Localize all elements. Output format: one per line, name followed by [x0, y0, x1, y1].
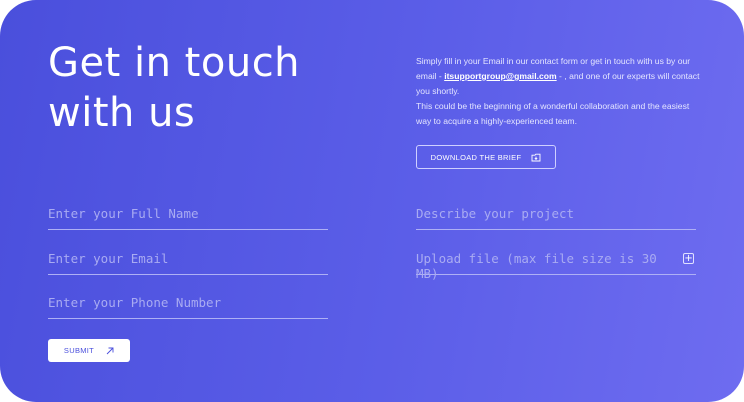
page-title: Get in touch with us: [48, 38, 300, 138]
intro-paragraph-2: This could be the beginning of a wonderf…: [416, 101, 690, 126]
file-upload-field[interactable]: Upload file (max file size is 30 MB) +: [416, 251, 696, 281]
support-email-link[interactable]: itsupportgroup@gmail.com: [444, 71, 556, 81]
contact-card: Get in touch with us Simply fill in your…: [0, 0, 744, 402]
arrow-up-right-icon: [106, 347, 114, 355]
intro-text: Simply fill in your Email in our contact…: [416, 54, 706, 129]
title-line-2: with us: [48, 90, 196, 136]
project-placeholder: Describe your project: [416, 206, 575, 221]
download-brief-button[interactable]: DOWNLOAD THE BRIEF: [416, 145, 556, 169]
phone-placeholder: Enter your Phone Number: [48, 295, 222, 310]
full-name-placeholder: Enter your Full Name: [48, 206, 199, 221]
download-folder-icon: [531, 153, 541, 162]
plus-icon[interactable]: +: [683, 253, 694, 264]
email-field[interactable]: Enter your Email: [48, 251, 328, 275]
submit-button[interactable]: SUBMIT: [48, 339, 130, 362]
phone-field[interactable]: Enter your Phone Number: [48, 295, 328, 319]
project-description-field[interactable]: Describe your project: [416, 206, 696, 230]
download-brief-label: DOWNLOAD THE BRIEF: [430, 152, 522, 162]
intro-paragraph-1: Simply fill in your Email in our contact…: [416, 54, 706, 99]
email-placeholder: Enter your Email: [48, 251, 169, 266]
title-line-1: Get in touch: [48, 40, 301, 86]
upload-placeholder: Upload file (max file size is 30 MB): [416, 251, 657, 281]
full-name-field[interactable]: Enter your Full Name: [48, 206, 328, 230]
submit-label: SUBMIT: [63, 346, 95, 355]
